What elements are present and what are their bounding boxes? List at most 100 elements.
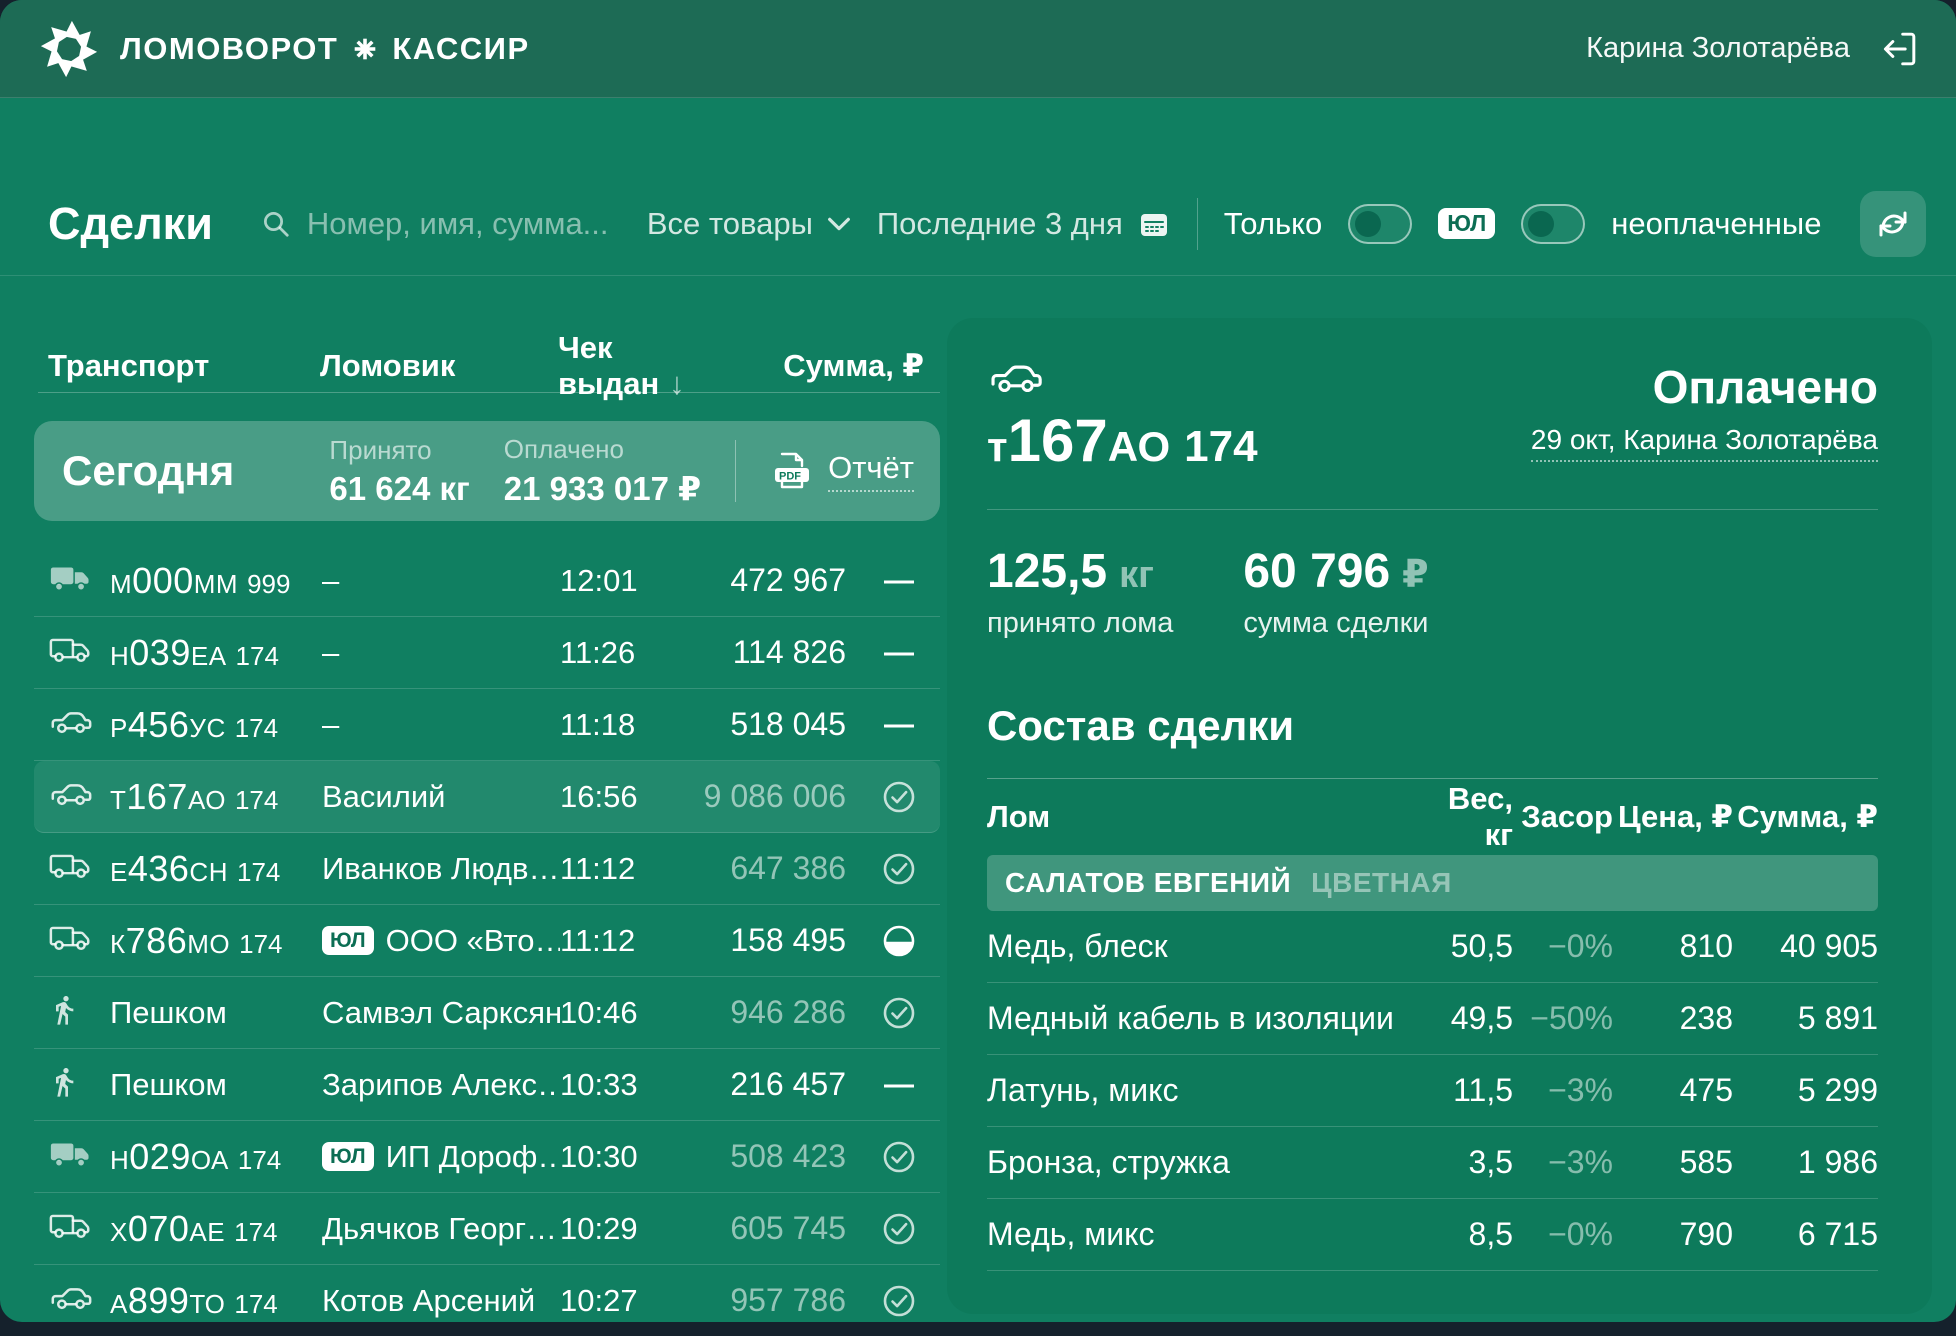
receipt-time: 10:27: [560, 1283, 688, 1319]
item-total: 1 986: [1733, 1144, 1878, 1181]
deal-row[interactable]: К786МО174 ЮЛООО «Вто… 11:12 158 495: [34, 905, 940, 977]
sum-value: 60 796: [1243, 544, 1390, 599]
deal-amount: 158 495: [688, 922, 868, 959]
divider: [735, 440, 736, 502]
transport-label: Пешком: [110, 1067, 322, 1103]
agent-name: Самвэл Сарксян: [322, 995, 560, 1031]
report-button[interactable]: PDF Отчёт: [770, 450, 914, 492]
deal-amount: 605 745: [688, 1210, 868, 1247]
toggle-knob: [1528, 211, 1554, 237]
item-total: 6 715: [1733, 1216, 1878, 1253]
col-scrap: Лом: [987, 799, 1413, 835]
deal-row[interactable]: Пешком Зарипов Алекс… 10:33 216 457 —: [34, 1049, 940, 1121]
legal-entity-toggle[interactable]: [1348, 204, 1412, 244]
item-weight: 49,5: [1413, 1000, 1513, 1037]
vehicle-plate: А899ТО174: [110, 1280, 322, 1322]
item-debris: −0%: [1513, 928, 1613, 965]
col-weight: Вес, кг: [1413, 781, 1513, 853]
deal-row[interactable]: Пешком Самвэл Сарксян 10:46 946 286: [34, 977, 940, 1049]
item-debris: −50%: [1513, 1000, 1613, 1037]
unpaid-toggle[interactable]: [1521, 204, 1585, 244]
deal-row-selected[interactable]: Т167АО174 Василий 16:56 9 086 006: [34, 761, 940, 833]
scrap-item-row: Медь, блеск 50,5 −0% 810 40 905: [987, 911, 1878, 983]
deal-detail-panel: т167АО174 Оплачено 29 окт, Карина Золота…: [947, 318, 1932, 1314]
accepted-weight-stat: 125,5 кг принято лома: [987, 544, 1173, 640]
deal-amount: 957 786: [688, 1282, 868, 1319]
deal-amount: 216 457: [688, 1066, 868, 1103]
item-total: 40 905: [1733, 928, 1878, 965]
desktop-background: ЛОМОВОРОТ КАССИР Карина Золотарёва: [0, 0, 1956, 1336]
deal-sum-stat: 60 796 ₽ сумма сделки: [1243, 544, 1428, 640]
search-control[interactable]: [261, 206, 621, 242]
deal-row[interactable]: М000ММ999 – 12:01 472 967 —: [34, 545, 940, 617]
payment-date-link[interactable]: 29 окт, Карина Золотарёва: [1531, 424, 1878, 462]
deal-row[interactable]: Е436СН174 Иванков Людв… 11:12 647 386: [34, 833, 940, 905]
deal-row[interactable]: А899ТО174 Котов Арсений 10:27 957 786: [34, 1265, 940, 1322]
item-name: Медь, блеск: [987, 928, 1413, 965]
item-weight: 50,5: [1413, 928, 1513, 965]
receipt-time: 10:46: [560, 995, 688, 1031]
refresh-button[interactable]: [1860, 191, 1926, 257]
sum-unit: ₽: [1402, 552, 1428, 597]
car-icon: [48, 779, 110, 814]
calendar-icon: [1137, 207, 1171, 241]
deal-amount: 518 045: [688, 706, 868, 743]
logout-icon: [1878, 28, 1920, 70]
col-total: Сумма, ₽: [1733, 799, 1878, 835]
scrap-category: ЦВЕТНАЯ: [1311, 867, 1452, 899]
col-price: Цена, ₽: [1613, 799, 1733, 835]
item-price: 790: [1613, 1216, 1733, 1253]
paid-label: Оплачено: [504, 434, 701, 465]
scrap-item-row: Бронза, стружка 3,5 −3% 585 1 986: [987, 1127, 1878, 1199]
deal-amount: 472 967: [688, 562, 868, 599]
receipt-time: 11:18: [560, 707, 688, 743]
deal-row[interactable]: Н029ОА174 ЮЛИП Дороф… 10:30 508 423: [34, 1121, 940, 1193]
scrap-item-row: Латунь, микс 11,5 −3% 475 5 299: [987, 1055, 1878, 1127]
legal-entity-badge: ЮЛ: [322, 926, 374, 955]
deal-rows: М000ММ999 – 12:01 472 967 — Н039ЕА174 – …: [34, 545, 940, 1322]
svg-text:PDF: PDF: [779, 471, 801, 483]
filter-bar: Сделки Все товары Последние 3 дня Только: [0, 172, 1956, 276]
receipt-time: 10:30: [560, 1139, 688, 1175]
logout-button[interactable]: [1878, 28, 1920, 70]
deal-row[interactable]: Н039ЕА174 – 11:26 114 826 —: [34, 617, 940, 689]
search-input[interactable]: [307, 206, 607, 242]
period-filter-dropdown[interactable]: Последние 3 дня: [877, 206, 1171, 242]
col-receipt-sort[interactable]: Чек выдан↓: [558, 330, 708, 402]
status-unpaid-icon: —: [868, 564, 930, 598]
sync-icon: [1875, 206, 1911, 242]
report-button-label: Отчёт: [828, 450, 914, 492]
deal-row[interactable]: Х070АЕ174 Дьячков Георг… 10:29 605 745: [34, 1193, 940, 1265]
col-transport: Транспорт: [48, 348, 320, 384]
deal-amount: 508 423: [688, 1138, 868, 1175]
items-column-headers: Лом Вес, кг Засор Цена, ₽ Сумма, ₽: [987, 779, 1878, 855]
deal-row[interactable]: Р456УС174 – 11:18 518 045 —: [34, 689, 940, 761]
receipt-time: 11:26: [560, 635, 688, 671]
weight-value: 125,5: [987, 544, 1107, 599]
deal-amount: 114 826: [688, 634, 868, 671]
status-paid-icon: [868, 995, 930, 1031]
item-price: 238: [1613, 1000, 1733, 1037]
divider: [38, 392, 940, 393]
item-name: Бронза, стружка: [987, 1144, 1413, 1181]
product-name: КАССИР: [392, 31, 529, 67]
item-debris: −3%: [1513, 1072, 1613, 1109]
item-name: Медь, микс: [987, 1216, 1413, 1253]
weight-unit: кг: [1119, 554, 1154, 597]
search-icon: [261, 209, 291, 239]
deals-column-headers: Транспорт Ломовик Чек выдан↓ Сумма, ₽: [34, 330, 940, 392]
agent-name: Котов Арсений: [322, 1283, 560, 1319]
goods-filter-dropdown[interactable]: Все товары: [647, 206, 851, 242]
goods-filter-value: Все товары: [647, 206, 813, 242]
sort-down-arrow-icon: ↓: [669, 366, 685, 401]
item-total: 5 299: [1733, 1072, 1878, 1109]
col-debris: Засор: [1513, 799, 1613, 835]
agent-name: –: [322, 707, 560, 743]
status-unpaid-icon: —: [868, 708, 930, 742]
vehicle-plate: М000ММ999: [110, 560, 322, 602]
detail-vehicle-plate: т167АО174: [987, 406, 1258, 475]
item-price: 810: [1613, 928, 1733, 965]
col-amount: Сумма, ₽: [708, 348, 926, 384]
item-weight: 8,5: [1413, 1216, 1513, 1253]
receipt-time: 10:33: [560, 1067, 688, 1103]
